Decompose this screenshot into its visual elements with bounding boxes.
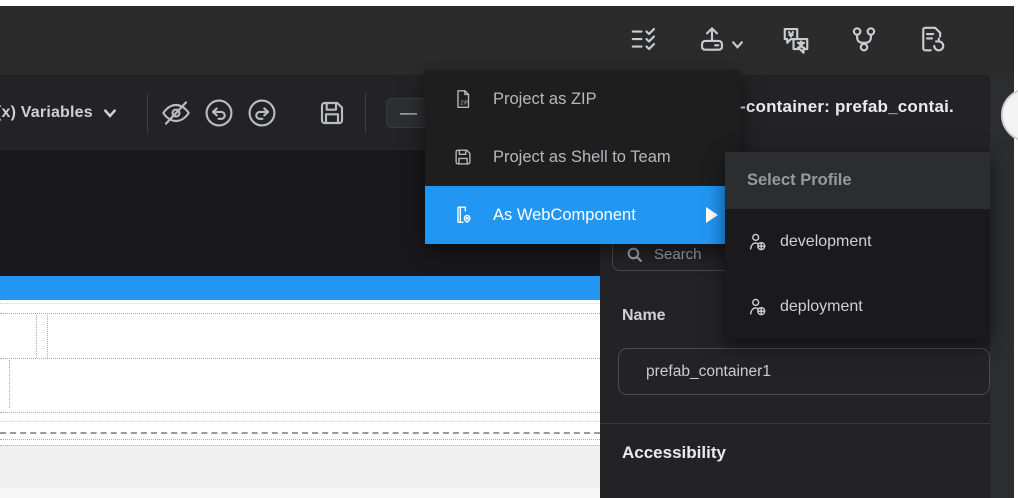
name-input[interactable] (618, 348, 990, 395)
panel-divider (600, 423, 1014, 424)
panel-title: -container: prefab_contai. (740, 97, 1014, 117)
widget-outline (0, 439, 600, 440)
file-zip-icon: ZIP (452, 88, 474, 110)
widget-outline (36, 315, 37, 358)
file-refresh-icon[interactable] (916, 23, 948, 55)
menu-item-as-webcomponent[interactable]: As WebComponent (425, 186, 740, 244)
canvas-header-widget[interactable] (0, 276, 600, 300)
profile-icon (747, 296, 769, 318)
menu-item-label: As WebComponent (493, 206, 636, 225)
canvas-content-placeholder[interactable] (0, 445, 600, 489)
widget-outline (0, 313, 600, 314)
top-bar (0, 6, 1014, 75)
task-list-icon[interactable] (628, 23, 660, 55)
select-profile-submenu: Select Profile development deployment (725, 152, 990, 339)
top-bar-actions (628, 23, 948, 55)
submenu-arrow-icon (706, 207, 718, 223)
export-icon (696, 23, 728, 55)
toolbar-separator (147, 93, 148, 133)
export-button[interactable] (696, 23, 744, 55)
app-window: (x) Variables (0, 0, 1018, 498)
menu-item-label: Project as ZIP (493, 90, 597, 109)
chevron-down-icon (103, 106, 117, 120)
save-icon (452, 146, 474, 168)
widget-outline (0, 303, 600, 304)
profile-item-development[interactable]: development (725, 209, 990, 274)
menu-item-label: Project as Shell to Team (493, 148, 671, 167)
widget-outline (0, 412, 600, 413)
submenu-header: Select Profile (725, 152, 990, 209)
zoom-out-label: — (400, 103, 417, 123)
widget-outline (9, 360, 10, 408)
widget-outline (0, 432, 600, 434)
variables-dropdown[interactable]: (x) Variables (0, 75, 117, 150)
search-icon (626, 246, 643, 263)
svg-text:ZIP: ZIP (460, 101, 468, 107)
widget-outline (0, 358, 600, 359)
versions-icon[interactable] (848, 23, 880, 55)
toolbar-separator (365, 93, 366, 133)
variables-label: (x) Variables (0, 104, 93, 122)
save-icon[interactable] (316, 97, 348, 129)
translate-icon[interactable] (780, 23, 812, 55)
export-dropdown-menu: ZIP Project as ZIP Project as Shell to T… (425, 70, 740, 244)
panel-scrollbar-track[interactable] (990, 75, 1014, 498)
profile-item-deployment[interactable]: deployment (725, 274, 990, 339)
accessibility-section-header[interactable]: Accessibility (622, 443, 726, 463)
redo-icon[interactable] (246, 97, 278, 129)
name-field-label: Name (622, 307, 666, 325)
web-component-icon (452, 204, 474, 226)
undo-icon[interactable] (203, 97, 235, 129)
profile-item-label: development (780, 233, 872, 251)
menu-item-project-as-shell[interactable]: Project as Shell to Team (425, 128, 740, 186)
profile-item-label: deployment (780, 298, 863, 316)
profile-icon (747, 231, 769, 253)
widget-outline (47, 315, 48, 358)
preview-eye-off-icon[interactable] (160, 97, 192, 129)
canvas-footer-area (0, 488, 600, 498)
widget-outline (0, 421, 600, 422)
chevron-down-icon (731, 38, 744, 51)
menu-item-project-as-zip[interactable]: ZIP Project as ZIP (425, 70, 740, 128)
